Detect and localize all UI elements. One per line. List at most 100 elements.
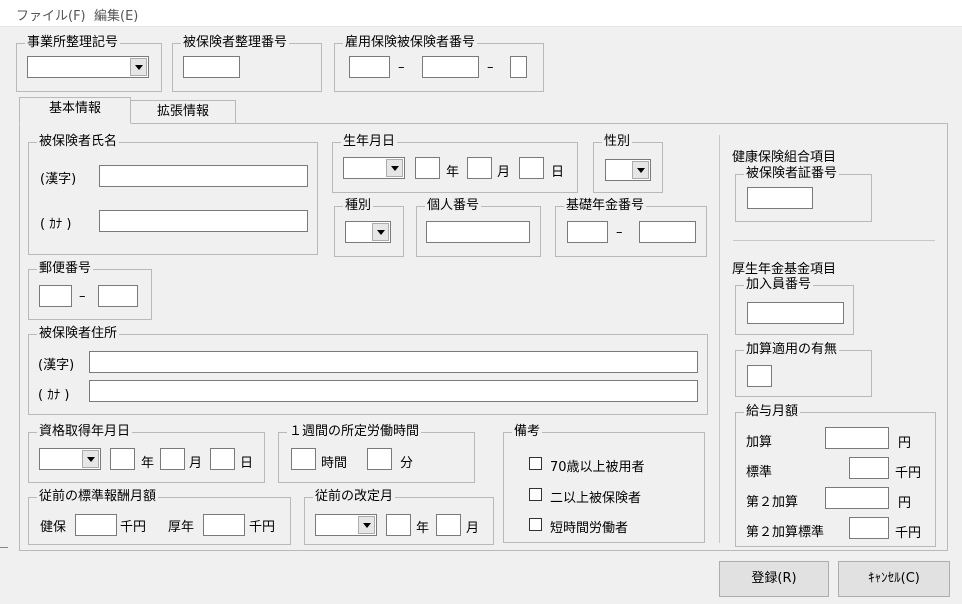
employment-number-part1[interactable]	[349, 56, 390, 78]
menu-file[interactable]: ファイル(F)	[16, 5, 86, 24]
pension-fund-title: 厚生年金基金項目	[732, 262, 837, 277]
yen-label: 円	[898, 496, 912, 511]
addition-input[interactable]	[747, 365, 772, 387]
menu-edit[interactable]: 編集(E)	[94, 5, 138, 24]
checkbox-multiple-insured[interactable]	[529, 488, 542, 501]
checkbox-multiple-insured-label: 二以上被保険者	[550, 491, 642, 506]
checkbox-over70-label: 70歳以上被用者	[550, 460, 645, 475]
pension-number-part2[interactable]	[639, 221, 696, 243]
tab-basic[interactable]: 基本情報	[19, 97, 131, 124]
chevron-down-icon[interactable]	[358, 516, 375, 534]
qualification-group-label: 資格取得年月日	[39, 424, 131, 439]
card-number-input[interactable]	[747, 187, 813, 209]
name-kanji-input[interactable]	[99, 165, 308, 187]
dash: –	[616, 225, 623, 240]
health-label: 健保	[40, 520, 67, 535]
qualification-month-input[interactable]	[160, 448, 185, 470]
member-number-input[interactable]	[747, 302, 844, 324]
chevron-down-icon[interactable]	[632, 161, 649, 179]
salary-add2-input[interactable]	[825, 487, 889, 509]
chevron-down-icon[interactable]	[82, 450, 99, 468]
remarks-group-label: 備考	[514, 424, 541, 439]
gender-combo[interactable]	[605, 159, 651, 181]
insured-number-input[interactable]	[183, 56, 240, 78]
year-label: 年	[141, 456, 155, 471]
day-label: 日	[551, 165, 565, 180]
birth-day-input[interactable]	[519, 157, 544, 179]
salary-add2-standard-label: 第２加算標準	[746, 525, 825, 540]
address-kanji-input[interactable]	[89, 351, 698, 373]
qualification-day-input[interactable]	[210, 448, 235, 470]
office-code-label: 事業所整理記号	[27, 35, 119, 50]
address-kana-label: ( ｶﾅ )	[38, 388, 70, 403]
health-amount-input[interactable]	[75, 514, 117, 536]
birth-group-label: 生年月日	[343, 134, 396, 149]
sen-yen-label: 千円	[249, 520, 276, 535]
year-label: 年	[446, 165, 460, 180]
qualification-era-combo[interactable]	[39, 448, 101, 470]
day-label: 日	[240, 456, 254, 471]
pension-label: 厚年	[168, 520, 195, 535]
prev-revision-year-input[interactable]	[386, 514, 411, 536]
address-kana-input[interactable]	[89, 380, 698, 402]
name-group: 被保険者氏名	[28, 135, 318, 255]
employment-number-part2[interactable]	[422, 56, 479, 78]
birth-month-input[interactable]	[467, 157, 492, 179]
dash: –	[398, 60, 405, 75]
prev-revision-month-input[interactable]	[436, 514, 461, 536]
insured-number-label: 被保険者整理番号	[183, 35, 288, 50]
pension-number-part1[interactable]	[567, 221, 608, 243]
sen-yen-label: 千円	[120, 520, 147, 535]
checkbox-part-time-label: 短時間労働者	[550, 521, 629, 536]
card-number-label: 被保険者証番号	[746, 166, 838, 181]
cancel-button[interactable]: ｷｬﾝｾﾙ(C)	[838, 561, 950, 597]
health-union-title: 健康保険組合項目	[732, 150, 837, 165]
hours-label: 時間	[321, 456, 348, 471]
employment-insurance-label: 雇用保険被保険者番号	[345, 35, 476, 50]
minutes-label: 分	[400, 456, 414, 471]
office-code-combo[interactable]	[27, 56, 149, 78]
checkbox-over70[interactable]	[529, 457, 542, 470]
dash: –	[79, 289, 86, 304]
employment-number-part3[interactable]	[510, 56, 527, 78]
tab-extended[interactable]: 拡張情報	[130, 100, 236, 124]
salary-standard-input[interactable]	[849, 457, 889, 479]
horizontal-divider	[733, 240, 935, 241]
chevron-down-icon[interactable]	[130, 58, 147, 76]
chevron-down-icon[interactable]	[386, 159, 403, 177]
salary-add2-standard-input[interactable]	[849, 517, 889, 539]
year-label: 年	[416, 521, 430, 536]
kind-combo[interactable]	[345, 221, 391, 243]
sen-yen-label: 千円	[895, 526, 922, 541]
name-kana-input[interactable]	[99, 210, 308, 232]
dash: –	[487, 60, 494, 75]
member-number-label: 加入員番号	[746, 277, 812, 292]
register-button[interactable]: 登録(R)	[719, 561, 829, 597]
work-hours-input[interactable]	[291, 448, 316, 470]
vertical-divider	[719, 135, 720, 543]
postal-part2[interactable]	[98, 285, 138, 307]
personal-number-input[interactable]	[426, 221, 530, 243]
menu-bar: ファイル(F) 編集(E)	[0, 0, 962, 27]
name-kana-label: ( ｶﾅ )	[40, 217, 72, 232]
salary-add2-label: 第２加算	[746, 495, 799, 510]
birth-year-input[interactable]	[415, 157, 440, 179]
sen-yen-label: 千円	[895, 466, 922, 481]
checkbox-part-time[interactable]	[529, 518, 542, 531]
salary-standard-label: 標準	[746, 465, 773, 480]
salary-add-input[interactable]	[825, 427, 889, 449]
address-kanji-label: (漢字)	[38, 358, 75, 373]
postal-part1[interactable]	[39, 285, 72, 307]
chevron-down-icon[interactable]	[372, 223, 389, 241]
pension-number-label: 基礎年金番号	[566, 198, 645, 213]
birth-era-combo[interactable]	[343, 157, 405, 179]
work-hours-label: １週間の所定労働時間	[289, 424, 420, 439]
work-minutes-input[interactable]	[367, 448, 392, 470]
prev-revision-era-combo[interactable]	[315, 514, 377, 536]
pension-amount-input[interactable]	[203, 514, 245, 536]
address-group-label: 被保険者住所	[39, 326, 118, 341]
qualification-year-input[interactable]	[110, 448, 135, 470]
addition-label: 加算適用の有無	[746, 342, 838, 357]
month-label: 月	[497, 165, 511, 180]
personal-number-label: 個人番号	[427, 198, 480, 213]
